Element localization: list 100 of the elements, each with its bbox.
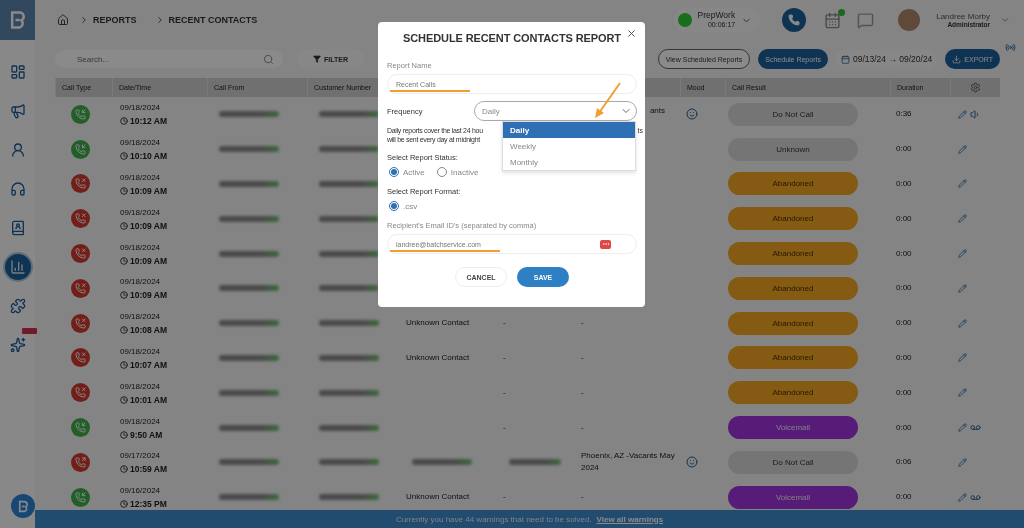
calendar-icon [840, 54, 850, 64]
radio-button[interactable] [389, 167, 399, 177]
phonebook-icon [9, 220, 26, 236]
calendar-icon[interactable] [824, 11, 842, 29]
call-date: 09/18/2024 [120, 345, 162, 358]
avatar [898, 9, 921, 31]
blurred-text [319, 146, 379, 153]
blurred-text [509, 459, 561, 466]
clock-icon [120, 465, 128, 474]
call-time: 10:01 AM [130, 394, 167, 405]
search-field[interactable]: Search... [55, 50, 283, 68]
duration: 0:00 [896, 421, 912, 434]
call-time: 10:12 AM [130, 116, 167, 127]
puzzle-icon [9, 298, 26, 314]
blurred-text [219, 494, 279, 501]
user-name: Landree Morby [936, 11, 990, 21]
pencil-icon[interactable] [958, 423, 967, 433]
pencil-icon[interactable] [958, 179, 967, 189]
pencil-icon[interactable] [958, 492, 967, 502]
pencil-icon[interactable] [958, 388, 967, 398]
breadcrumb-link[interactable]: REPORTS [93, 15, 137, 25]
chat-icon[interactable] [857, 11, 875, 29]
blurred-text [319, 181, 379, 187]
warning-text: Currently you have 44 warnings that need to be solved. [395, 514, 592, 524]
dropdown-option[interactable]: Monthly [503, 154, 635, 170]
table-cell: - [503, 351, 506, 364]
blurred-text [319, 354, 379, 361]
clock-icon [120, 117, 128, 126]
call-result-badge: Abandoned [728, 276, 858, 300]
status-name: PrepWork [697, 11, 736, 21]
clock-icon [120, 187, 128, 195]
view-warnings-link[interactable]: View all warnings [596, 514, 664, 524]
status-dot [677, 13, 692, 27]
bar-chart-icon [9, 259, 26, 275]
password-manager-icon[interactable] [600, 239, 611, 249]
call-time: 10:08 AM [130, 325, 167, 336]
call-result-badge: Do Not Call [728, 102, 858, 126]
call-result-badge: Unknown [728, 137, 858, 161]
call-time: 10:07 AM [130, 359, 167, 370]
dropdown-option[interactable]: Daily [503, 122, 635, 138]
clock-icon [120, 430, 128, 439]
pencil-icon[interactable] [958, 318, 967, 328]
blurred-text [219, 111, 279, 118]
home-icon[interactable] [57, 14, 69, 26]
call-result-badge: Abandoned [728, 346, 858, 370]
radio-button[interactable] [389, 201, 399, 211]
table-cell: - [581, 421, 584, 434]
pencil-icon[interactable] [958, 144, 967, 154]
download-icon [952, 54, 962, 64]
blurred-text [319, 389, 379, 396]
blurred-text [219, 181, 279, 187]
frequency-select[interactable]: Daily [474, 101, 637, 121]
chevron-down-icon[interactable] [1000, 15, 1010, 25]
duration: 0:00 [896, 491, 912, 504]
call-result-badge: Do Not Call [728, 450, 858, 474]
clock-icon [120, 395, 128, 404]
duration: 0:00 [896, 386, 912, 399]
pencil-icon[interactable] [958, 457, 967, 467]
blurred-text [219, 354, 279, 361]
speaker-icon[interactable] [970, 108, 981, 120]
dropdown-option[interactable]: Weekly [503, 138, 635, 154]
search-icon[interactable] [263, 53, 274, 65]
blurred-text [219, 424, 279, 431]
sidebar-item[interactable] [4, 254, 31, 280]
close-button[interactable] [626, 28, 637, 39]
clock-icon [120, 500, 128, 509]
clock-icon [120, 152, 128, 161]
call-time: 12:35 PM [130, 499, 167, 510]
clock-icon [120, 326, 128, 335]
notification-dot [838, 8, 846, 16]
call-result-badge: Abandoned [728, 311, 858, 335]
blurred-text [412, 459, 472, 466]
blurred-text [319, 320, 379, 327]
filter-icon [313, 55, 321, 63]
pencil-icon[interactable] [958, 353, 967, 363]
blurred-text [319, 215, 379, 222]
phone-button[interactable] [782, 8, 807, 32]
call-date: 09/18/2024 [120, 276, 162, 289]
pencil-icon[interactable] [958, 249, 967, 259]
megaphone-icon [9, 103, 26, 119]
pencil-icon[interactable] [958, 214, 967, 224]
duration: 0:00 [896, 351, 912, 364]
blurred-text [219, 146, 279, 153]
annotation-arrow [593, 81, 623, 119]
radio-label: Active [403, 167, 425, 177]
person-icon [9, 142, 26, 158]
logo-icon [16, 499, 30, 513]
duration: 0:06 [896, 456, 912, 469]
blurred-text [219, 285, 279, 292]
radio-label: .csv [403, 201, 418, 211]
pencil-icon[interactable] [958, 283, 967, 293]
blurred-text [219, 215, 279, 222]
table-cell: Unknown Contact [406, 317, 470, 330]
breadcrumb-link[interactable]: RECENT CONTACTS [168, 15, 258, 25]
settings-icon[interactable] [970, 82, 981, 93]
call-time: 10:09 AM [130, 186, 167, 196]
call-date: 09/18/2024 [120, 172, 162, 184]
pencil-icon[interactable] [958, 109, 967, 119]
table-cell: - [503, 386, 506, 399]
broadcast-icon[interactable] [1005, 42, 1016, 53]
